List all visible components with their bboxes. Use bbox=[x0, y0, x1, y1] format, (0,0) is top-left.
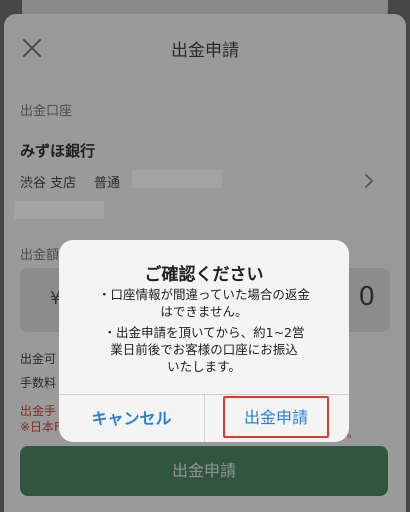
dialog-message: ・口座情報が間違っていた場合の返金 はできません。 ・出金申請を頂いてから、約1… bbox=[73, 286, 335, 375]
dialog-message-line: 業日前後でお客様の口座にお振込 bbox=[110, 342, 298, 357]
cancel-button[interactable]: キャンセル bbox=[59, 395, 204, 442]
screen: 出金申請 出金口座 みずほ銀行 渋谷 支店 普通 出金額 ¥ 0 出金可 手数料… bbox=[0, 0, 410, 512]
dialog-button-divider bbox=[204, 395, 205, 442]
dialog-message-line: ・出金申請を頂いてから、約1~2営 bbox=[103, 325, 305, 340]
dialog-message-line: ・口座情報が間違っていた場合の返金 bbox=[98, 287, 310, 302]
dialog-title: ご確認ください bbox=[144, 265, 264, 285]
confirm-dialog: ご確認ください ・口座情報が間違っていた場合の返金 はできません。 ・出金申請を… bbox=[59, 240, 349, 442]
confirm-withdrawal-button[interactable]: 出金申請 bbox=[223, 396, 329, 438]
dialog-message-line: はできません。 bbox=[160, 304, 248, 319]
dialog-message-line: いたします。 bbox=[167, 359, 241, 374]
